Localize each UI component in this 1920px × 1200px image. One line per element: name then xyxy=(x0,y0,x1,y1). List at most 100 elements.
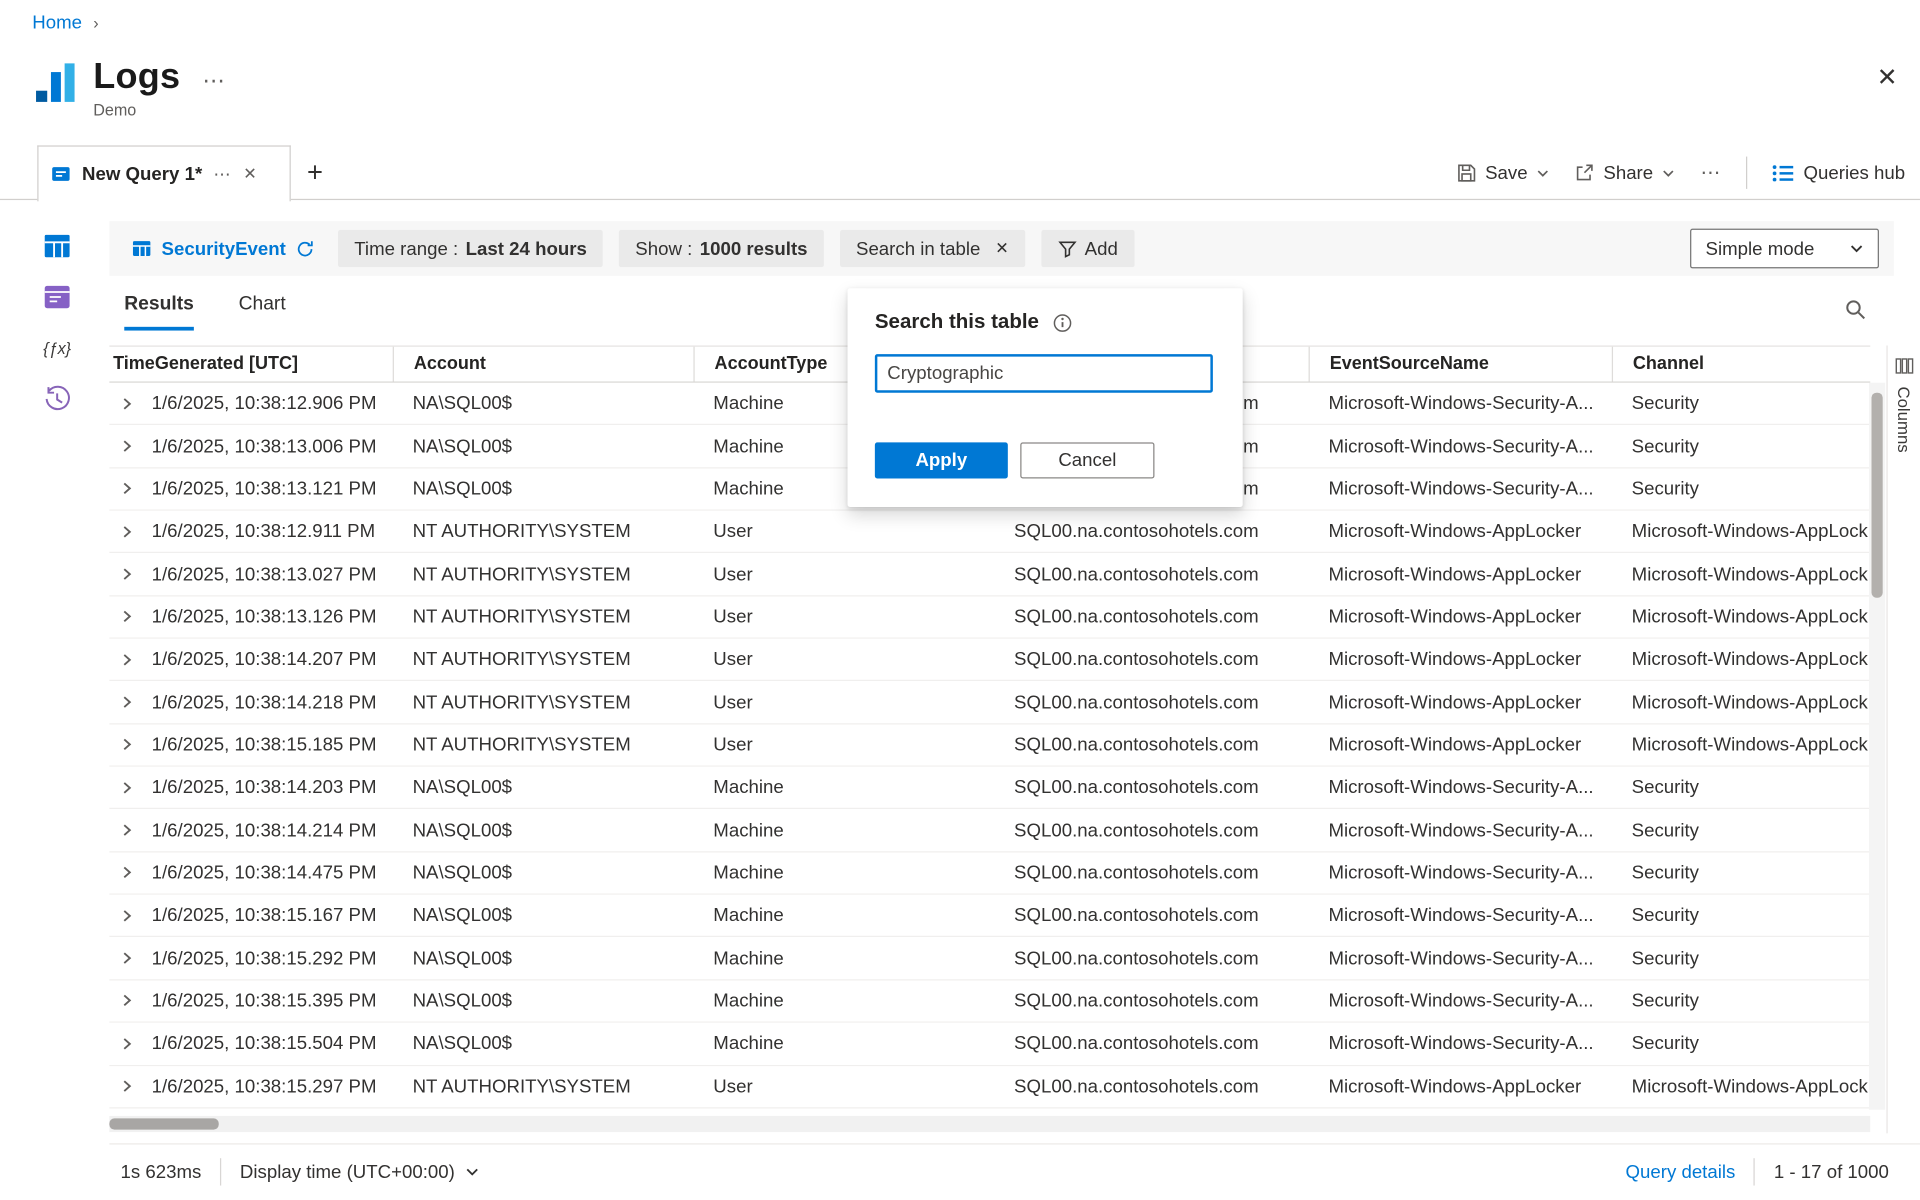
columns-icon xyxy=(1894,357,1913,376)
table-row[interactable]: 1/6/2025, 10:38:15.167 PM NA\SQL00$ Mach… xyxy=(109,895,1870,938)
expand-row-chevron-icon[interactable] xyxy=(118,439,135,454)
cell-accounttype: User xyxy=(693,1076,994,1097)
table-row[interactable]: 1/6/2025, 10:38:13.027 PM NT AUTHORITY\S… xyxy=(109,553,1870,596)
expand-row-chevron-icon[interactable] xyxy=(118,780,135,795)
toolbar-more-icon[interactable]: ⋯ xyxy=(1700,160,1721,185)
tab-chart[interactable]: Chart xyxy=(239,293,286,330)
table-row[interactable]: 1/6/2025, 10:38:14.475 PM NA\SQL00$ Mach… xyxy=(109,852,1870,895)
tables-pane-icon[interactable] xyxy=(42,231,72,261)
cell-eventsourcename: Microsoft-Windows-Security-A... xyxy=(1309,436,1612,457)
horizontal-scrollbar-thumb[interactable] xyxy=(109,1118,218,1129)
vertical-scrollbar-thumb[interactable] xyxy=(1872,393,1883,598)
time-range-chip[interactable]: Time range : Last 24 hours xyxy=(338,230,603,267)
selected-table[interactable]: SecurityEvent xyxy=(124,238,322,259)
cell-time: 1/6/2025, 10:38:15.395 PM xyxy=(152,990,377,1011)
expand-row-chevron-icon[interactable] xyxy=(118,652,135,667)
show-results-chip[interactable]: Show : 1000 results xyxy=(619,230,824,267)
share-button[interactable]: Share xyxy=(1575,162,1676,183)
query-history-icon[interactable] xyxy=(42,384,72,414)
horizontal-scrollbar[interactable] xyxy=(109,1116,1870,1132)
table-row[interactable]: 1/6/2025, 10:38:15.292 PM NA\SQL00$ Mach… xyxy=(109,938,1870,981)
cancel-button[interactable]: Cancel xyxy=(1020,442,1154,478)
table-row[interactable]: 1/6/2025, 10:38:15.297 PM NT AUTHORITY\S… xyxy=(109,1066,1870,1109)
breadcrumb-separator-icon: › xyxy=(93,14,98,33)
query-tab-more-icon[interactable]: ⋯ xyxy=(213,163,232,184)
table-row[interactable]: 1/6/2025, 10:38:14.218 PM NT AUTHORITY\S… xyxy=(109,682,1870,725)
app-header: Logs Demo xyxy=(30,57,180,119)
save-button[interactable]: Save xyxy=(1457,162,1550,183)
cell-accounttype: Machine xyxy=(693,948,994,969)
expand-row-chevron-icon[interactable] xyxy=(118,908,135,923)
table-row[interactable]: 1/6/2025, 10:38:14.203 PM NA\SQL00$ Mach… xyxy=(109,767,1870,810)
cell-channel: Microsoft-Windows-AppLock xyxy=(1612,1076,1870,1097)
display-time-selector[interactable]: Display time (UTC+00:00) xyxy=(240,1161,480,1182)
functions-pane-icon[interactable]: {ƒx} xyxy=(42,333,72,363)
cell-accounttype: User xyxy=(693,649,994,670)
cell-channel: Security xyxy=(1612,862,1870,883)
query-tab[interactable]: New Query 1* ⋯ ✕ xyxy=(37,145,291,201)
blade-close-icon[interactable]: ✕ xyxy=(1877,62,1898,93)
expand-row-chevron-icon[interactable] xyxy=(118,823,135,838)
cell-account: NA\SQL00$ xyxy=(393,478,694,499)
new-tab-button[interactable]: + xyxy=(307,157,323,189)
share-label: Share xyxy=(1603,162,1653,183)
cell-computer: SQL00.na.contosohotels.com xyxy=(994,905,1308,926)
queries-hub-button[interactable]: Queries hub xyxy=(1772,162,1905,183)
expand-row-chevron-icon[interactable] xyxy=(118,524,135,539)
expand-row-chevron-icon[interactable] xyxy=(118,567,135,582)
columns-pane-toggle[interactable]: Columns xyxy=(1886,345,1920,1133)
status-bar-right: Query details 1 - 17 of 1000 xyxy=(1626,1158,1889,1185)
cell-time: 1/6/2025, 10:38:14.207 PM xyxy=(152,649,377,670)
search-results-icon[interactable] xyxy=(1844,298,1866,320)
query-tab-close-icon[interactable]: ✕ xyxy=(243,164,257,184)
table-row[interactable]: 1/6/2025, 10:38:14.207 PM NT AUTHORITY\S… xyxy=(109,639,1870,682)
status-bar-left: 1s 623ms Display time (UTC+00:00) xyxy=(121,1158,480,1185)
cell-eventsourcename: Microsoft-Windows-AppLocker xyxy=(1309,1076,1612,1097)
apply-button[interactable]: Apply xyxy=(875,442,1008,478)
search-in-table-chip[interactable]: Search in table ✕ xyxy=(840,230,1025,267)
expand-row-chevron-icon[interactable] xyxy=(118,481,135,496)
header-more-menu-icon[interactable]: ⋯ xyxy=(203,68,225,94)
status-bar-divider xyxy=(109,1143,1920,1144)
expand-row-chevron-icon[interactable] xyxy=(118,695,135,710)
mode-selector[interactable]: Simple mode xyxy=(1691,229,1879,269)
expand-row-chevron-icon[interactable] xyxy=(118,396,135,411)
table-row[interactable]: 1/6/2025, 10:38:13.126 PM NT AUTHORITY\S… xyxy=(109,596,1870,639)
search-table-input[interactable] xyxy=(875,354,1213,393)
column-header-account[interactable]: Account xyxy=(393,347,694,382)
cell-time-wrap: 1/6/2025, 10:38:15.292 PM xyxy=(109,948,392,969)
breadcrumb-home-link[interactable]: Home xyxy=(32,12,82,33)
expand-row-chevron-icon[interactable] xyxy=(118,737,135,752)
column-header-eventsourcename[interactable]: EventSourceName xyxy=(1309,347,1612,382)
expand-row-chevron-icon[interactable] xyxy=(118,1079,135,1094)
logs-blade: Home › Logs Demo ⋯ ✕ New Query 1* xyxy=(0,0,1920,1200)
expand-row-chevron-icon[interactable] xyxy=(118,951,135,966)
expand-row-chevron-icon[interactable] xyxy=(118,994,135,1009)
table-row[interactable]: 1/6/2025, 10:38:12.911 PM NT AUTHORITY\S… xyxy=(109,511,1870,554)
cell-computer: SQL00.na.contosohotels.com xyxy=(994,734,1308,755)
add-filter-button[interactable]: Add xyxy=(1041,230,1134,267)
expand-row-chevron-icon[interactable] xyxy=(118,609,135,624)
cell-account: NA\SQL00$ xyxy=(393,862,694,883)
tab-results[interactable]: Results xyxy=(124,293,194,330)
table-row[interactable]: 1/6/2025, 10:38:15.395 PM NA\SQL00$ Mach… xyxy=(109,980,1870,1023)
cell-time-wrap: 1/6/2025, 10:38:14.207 PM xyxy=(109,649,392,670)
save-icon xyxy=(1457,163,1477,183)
save-label: Save xyxy=(1485,162,1528,183)
column-header-channel[interactable]: Channel xyxy=(1612,347,1870,382)
refresh-icon[interactable] xyxy=(296,239,315,258)
remove-search-filter-icon[interactable]: ✕ xyxy=(995,239,1009,259)
queries-pane-icon[interactable] xyxy=(42,282,72,312)
expand-row-chevron-icon[interactable] xyxy=(118,865,135,880)
vertical-scrollbar[interactable] xyxy=(1869,383,1885,1110)
query-details-link[interactable]: Query details xyxy=(1626,1161,1736,1182)
table-row[interactable]: 1/6/2025, 10:38:15.504 PM NA\SQL00$ Mach… xyxy=(109,1023,1870,1066)
cell-channel: Security xyxy=(1612,948,1870,969)
table-row[interactable]: 1/6/2025, 10:38:15.185 PM NT AUTHORITY\S… xyxy=(109,724,1870,767)
cell-account: NA\SQL00$ xyxy=(393,436,694,457)
column-header-timegenerated[interactable]: TimeGenerated [UTC] xyxy=(109,347,392,382)
dialog-title: Search this table xyxy=(875,311,1039,335)
table-row[interactable]: 1/6/2025, 10:38:14.214 PM NA\SQL00$ Mach… xyxy=(109,810,1870,853)
info-icon[interactable] xyxy=(1053,313,1073,333)
expand-row-chevron-icon[interactable] xyxy=(118,1036,135,1051)
